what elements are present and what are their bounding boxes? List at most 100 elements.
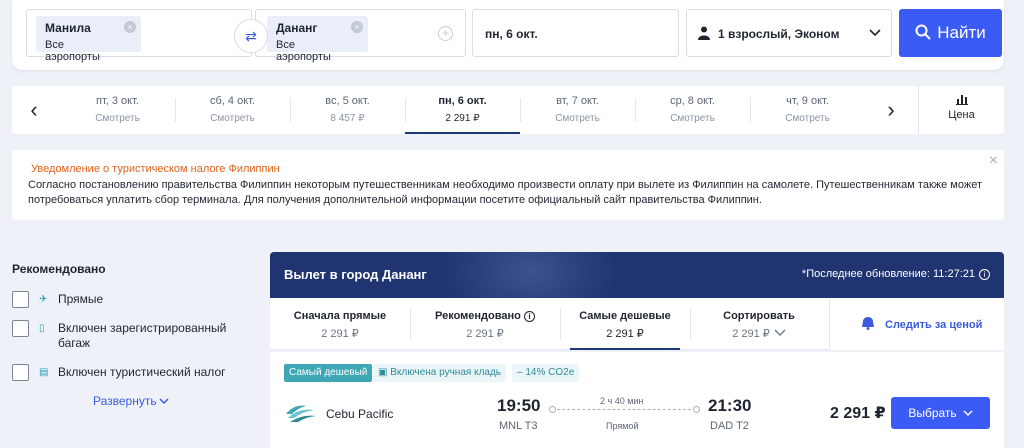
sort-label: Сначала прямые: [293, 310, 387, 322]
passengers-value: 1 взрослый, Эконом: [718, 27, 840, 41]
checkbox[interactable]: [12, 320, 29, 337]
sort-recommended[interactable]: Рекомендовано i 2 291 ₽: [410, 298, 560, 350]
date-strip: ‹ пт, 3 окт. Смотреть сб, 4 окт. Смотрет…: [12, 86, 1004, 134]
cheapest-badge: Самый дешевый: [284, 364, 373, 382]
checkbox[interactable]: [12, 364, 29, 381]
sort-price: 2 291 ₽: [606, 328, 644, 340]
chevron-down-icon: [159, 398, 169, 405]
date-day: сб, 4 окт.: [209, 95, 255, 107]
info-icon[interactable]: i: [979, 269, 990, 280]
date-day: ср, 8 окт.: [670, 95, 715, 107]
stops-label: Прямой: [606, 421, 639, 431]
origin-field[interactable]: Манила Все аэропорты ×: [26, 9, 252, 63]
sort-cheapest[interactable]: Самые дешевые 2 291 ₽: [560, 298, 690, 350]
destination-airports: Все аэропорты: [276, 39, 331, 63]
date-day: пт, 3 окт.: [96, 95, 139, 107]
swap-icon[interactable]: ⇄: [234, 19, 268, 53]
airline-name: Cebu Pacific: [326, 407, 394, 421]
select-label: Выбрать: [908, 406, 957, 420]
track-price-label: Следить за ценой: [885, 319, 983, 331]
sort-label: Рекомендовано i: [410, 310, 560, 322]
sort-direct-first[interactable]: Сначала прямые 2 291 ₽: [270, 298, 410, 350]
notice-body: Согласно постановлению правительства Фил…: [28, 179, 982, 206]
date-price: Смотреть: [210, 113, 255, 124]
sort-dropdown[interactable]: Сортировать 2 291 ₽: [690, 298, 828, 350]
date-price: Смотреть: [555, 113, 600, 124]
flight-card[interactable]: Самый дешевый ▣ Включена ручная кладь – …: [270, 352, 1004, 448]
arrival-airport: DAD T2: [710, 420, 749, 432]
person-icon: [698, 26, 710, 40]
departure-time: 19:50: [497, 396, 541, 415]
date-day: пн, 6 окт.: [438, 95, 487, 107]
chevron-down-icon: [869, 29, 881, 37]
sort-label: Самые дешевые: [579, 310, 671, 322]
sort-price: 2 291 ₽: [690, 327, 828, 340]
date-cell[interactable]: ср, 8 окт. Смотреть: [635, 86, 750, 134]
flight-duration: 2 ч 40 мин: [600, 396, 644, 406]
route-line: [552, 409, 696, 410]
filter-sidebar: Рекомендовано ✈ Прямые ▯ Включен зарегис…: [12, 262, 242, 408]
plane-icon: ✈: [39, 294, 48, 305]
expand-filters-link[interactable]: Развернуть: [93, 394, 242, 408]
filter-direct[interactable]: ✈ Прямые: [12, 291, 242, 308]
sort-label-text: Рекомендовано: [435, 310, 521, 322]
chevron-down-icon: [963, 410, 973, 417]
price-graph-label: Цена: [948, 109, 975, 121]
date-cell[interactable]: сб, 4 окт. Смотреть: [175, 86, 290, 134]
filter-tourist-tax[interactable]: ▤ Включен туристический налог: [12, 364, 242, 381]
luggage-icon: ▯: [39, 323, 45, 334]
date-field[interactable]: пн, 6 окт.: [472, 9, 679, 57]
header-decoration: [440, 252, 620, 298]
last-updated-text: *Последнее обновление: 11:27:21: [801, 268, 975, 280]
filter-label: Прямые: [58, 292, 104, 306]
bag-icon: ▣: [378, 367, 391, 378]
destination-chip[interactable]: Дананг Все аэропорты ×: [267, 16, 368, 63]
date-cell[interactable]: вс, 5 окт. 8 457 ₽: [290, 86, 405, 134]
info-icon[interactable]: i: [523, 311, 535, 322]
last-updated: *Последнее обновление: 11:27:21 i: [802, 268, 990, 280]
price-graph-button[interactable]: Цена: [918, 86, 1004, 134]
chevron-down-icon: [774, 329, 786, 336]
co2-badge: – 14% CO2e: [512, 364, 580, 382]
sort-price: 2 291 ₽: [321, 328, 359, 340]
bell-icon: [862, 317, 874, 330]
origin-chip[interactable]: Манила Все аэропорты ×: [36, 16, 141, 63]
track-price-button[interactable]: Следить за ценой: [829, 298, 1004, 350]
tax-notice: Уведомление о туристическом налоге Филип…: [12, 150, 1004, 220]
sort-price-text: 2 291 ₽: [732, 328, 770, 340]
hand-luggage-label: Включена ручная кладь: [390, 367, 502, 378]
next-dates-icon[interactable]: ›: [869, 86, 913, 134]
date-value: пн, 6 окт.: [485, 27, 538, 41]
date-cell-selected[interactable]: пн, 6 окт. 2 291 ₽: [405, 86, 520, 134]
route-end-dot: [693, 406, 700, 413]
date-price: Смотреть: [670, 113, 715, 124]
date-cell[interactable]: вт, 7 окт. Смотреть: [520, 86, 635, 134]
sort-price: 2 291 ₽: [466, 328, 504, 340]
date-price: Смотреть: [785, 113, 830, 124]
filter-checked-baggage[interactable]: ▯ Включен зарегистрированный багаж: [12, 320, 242, 351]
add-destination-icon[interactable]: +: [438, 26, 453, 41]
search-button[interactable]: Найти: [899, 9, 1002, 57]
filter-section-title: Рекомендовано: [12, 262, 106, 276]
date-cell[interactable]: чт, 9 окт. Смотреть: [750, 86, 865, 134]
search-icon: [915, 24, 931, 40]
results-header: Вылет в город Дананг *Последнее обновлен…: [270, 252, 1004, 298]
close-icon[interactable]: ×: [989, 152, 998, 170]
remove-destination-icon[interactable]: ×: [351, 21, 363, 33]
select-flight-button[interactable]: Выбрать: [891, 397, 990, 429]
bar-chart-icon: [956, 95, 968, 105]
date-price: 2 291 ₽: [445, 113, 480, 124]
route-start-dot: [549, 406, 556, 413]
search-button-label: Найти: [937, 23, 986, 42]
destination-city: Дананг: [276, 21, 318, 35]
prev-dates-icon[interactable]: ‹: [12, 86, 56, 134]
passengers-field[interactable]: 1 взрослый, Эконом: [686, 9, 892, 57]
arrival-time: 21:30: [708, 396, 752, 415]
date-price: Смотреть: [95, 113, 140, 124]
destination-field[interactable]: Дананг Все аэропорты × +: [255, 9, 466, 63]
sort-label: Сортировать: [723, 310, 795, 322]
remove-origin-icon[interactable]: ×: [124, 21, 136, 33]
checkbox[interactable]: [12, 291, 29, 308]
cebu-pacific-logo: [286, 405, 316, 422]
date-cell[interactable]: пт, 3 окт. Смотреть: [60, 86, 175, 134]
